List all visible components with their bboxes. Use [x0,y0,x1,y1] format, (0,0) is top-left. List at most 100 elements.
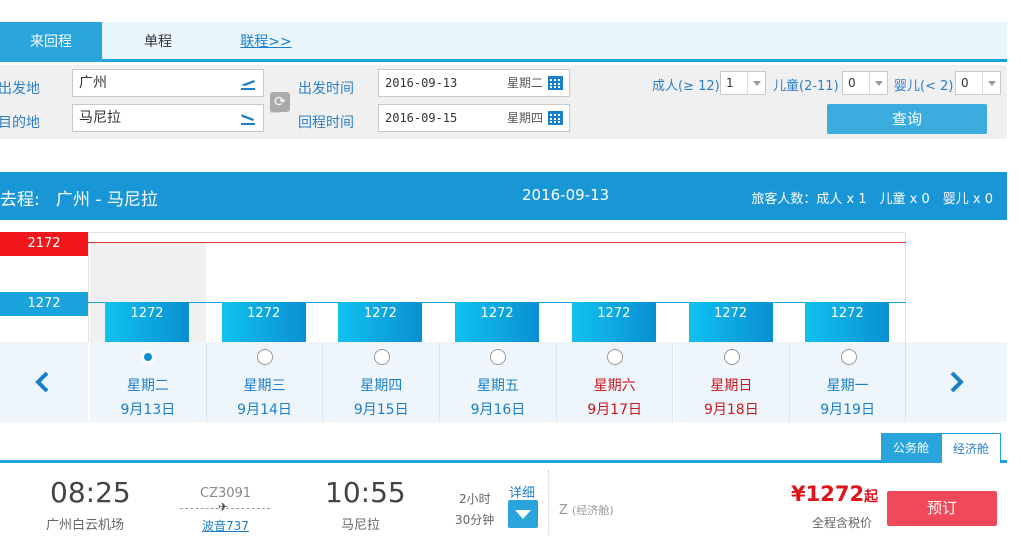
day-column[interactable]: 星期六 9月17日 [556,342,674,422]
day-radio[interactable] [140,349,157,365]
return-date-label: 回程时间 [298,115,354,131]
day-weekday: 星期三 [243,378,286,394]
day-column[interactable]: 星期四 9月15日 [323,342,441,422]
chevron-down-icon [747,72,765,94]
day-radio[interactable] [373,349,390,365]
child-label: 儿童(2-11) [773,79,839,94]
detail-link[interactable]: 详细 [509,482,535,501]
day-column[interactable]: 星期日 9月18日 [673,342,791,422]
day-date: 9月19日 [820,402,875,418]
day-weekday: 星期五 [476,378,519,394]
chevron-down-icon [982,72,1000,94]
day-date: 9月17日 [587,402,642,418]
day-date: 9月18日 [703,402,759,418]
return-date-value: 2016-09-15 [385,111,458,125]
price-bar[interactable]: 1272 [805,302,890,342]
tab-business-class[interactable]: 公务舱 [881,433,941,463]
route-header: 去程: 广州 - 马尼拉 2016-09-13 旅客人数：成人 x 1 儿童 x… [0,172,1007,220]
price-calendar: 2172 1272 1272 星期二 9月13日 1272 星期三 9月14日 1272 星期… [0,232,1007,422]
cabin-class: Z (经济舱) [559,502,614,518]
depart-date-field[interactable]: 2016-09-13 星期二 [378,69,570,97]
price-bar[interactable]: 1272 [221,302,306,342]
return-weekday: 星期四 [506,111,543,125]
chevron-left-icon [35,371,49,393]
landing-icon [241,114,255,125]
depart-date-value: 2016-09-13 [385,76,458,90]
origin-label: 出发地 [0,81,40,97]
duration-hours: 2小时 [459,492,491,506]
child-value: 0 [848,76,856,90]
adult-value: 1 [726,76,734,90]
calendar-icon[interactable] [548,76,563,90]
day-radio[interactable] [490,349,507,365]
price-note: 全程含税价 [812,516,873,530]
destination-field[interactable]: 马尼拉 [72,104,264,132]
route-date: 2016-09-13 [522,186,610,204]
day-radio[interactable] [840,349,857,365]
price-bar[interactable]: 1272 [571,302,656,342]
infant-label: 婴儿(< 2) [894,79,954,94]
origin-field[interactable]: 广州 [72,69,264,97]
cabin-tabs: 公务舱 经济舱 [0,433,1007,463]
duration-minutes: 30分钟 [455,513,495,527]
price-bar[interactable]: 1272 [338,302,423,342]
column-divider [548,470,549,536]
min-price-tag: 1272 [0,292,88,316]
route-label: 去程: [0,190,40,210]
price-value: ¥1272 [791,482,865,506]
swap-cities-button[interactable]: ⟳ [270,92,290,112]
max-price-line [88,242,906,243]
day-radio[interactable] [257,349,274,365]
prev-week-button[interactable] [0,342,88,422]
query-button[interactable]: 查询 [827,104,987,134]
route-title: 去程: 广州 - 马尼拉 [0,185,158,210]
return-date-field[interactable]: 2016-09-15 星期四 [378,104,570,132]
destination-label: 目的地 [0,115,40,131]
arrival-airport: 马尼拉 [341,518,381,533]
aircraft-type-link[interactable]: 波音737 [202,517,249,534]
destination-value: 马尼拉 [79,110,121,126]
day-weekday: 星期一 [826,378,869,394]
adult-label: 成人(≥ 12) [652,79,720,94]
day-column[interactable]: 星期三 9月14日 [206,342,324,422]
tab-multi-city-label[interactable]: 联程>> [240,34,291,50]
day-radio[interactable] [723,349,740,365]
price-bar[interactable]: 1272 [105,302,189,370]
book-button[interactable]: 预订 [887,491,997,526]
next-week-button[interactable] [906,342,1007,422]
tab-multi-city[interactable]: 联程>> [214,22,318,62]
takeoff-icon [241,80,255,90]
day-column[interactable]: 星期二 9月13日 [90,342,207,422]
price-bar[interactable]: 1272 [455,302,540,342]
flight-row: 08:25 广州白云机场 CZ3091 ✈ 波音737 10:55 马尼拉 2小… [0,466,1007,536]
price-bar[interactable]: 1272 [688,302,773,342]
calendar-icon[interactable] [548,111,563,125]
day-radio[interactable] [607,349,624,365]
departure-time: 08:25 [50,476,131,509]
flight-search-page: 来回程 单程 联程>> 出发地 广州 目的地 马尼拉 ⟳ 出发时间 2016-0… [0,0,1022,536]
chevron-down-icon [869,72,887,94]
infant-select[interactable]: 0 [955,71,1001,95]
flight-number: CZ3091 [200,486,252,501]
arrival-time: 10:55 [325,476,406,509]
day-column[interactable]: 星期五 9月16日 [440,342,557,422]
day-date: 9月14日 [237,402,292,418]
tab-one-way[interactable]: 单程 [102,22,214,62]
adult-select[interactable]: 1 [720,71,766,95]
day-date: 9月16日 [470,402,526,418]
max-price-tag: 2172 [0,232,88,256]
day-weekday: 星期日 [710,378,753,394]
child-select[interactable]: 0 [842,71,888,95]
price-suffix: 起 [864,489,879,505]
day-column[interactable]: 星期一 9月19日 [790,342,906,422]
chevron-right-icon [950,371,964,393]
expand-detail-button[interactable] [508,500,538,528]
day-date: 9月15日 [353,402,409,418]
day-weekday: 星期四 [360,378,403,394]
origin-value: 广州 [79,75,107,91]
tab-economy-class[interactable]: 经济舱 [941,433,1001,463]
tab-round-trip[interactable]: 来回程 [0,22,102,62]
cabin-name: (经济舱) [572,504,614,517]
departure-airport: 广州白云机场 [46,518,125,533]
depart-date-label: 出发时间 [298,81,354,97]
